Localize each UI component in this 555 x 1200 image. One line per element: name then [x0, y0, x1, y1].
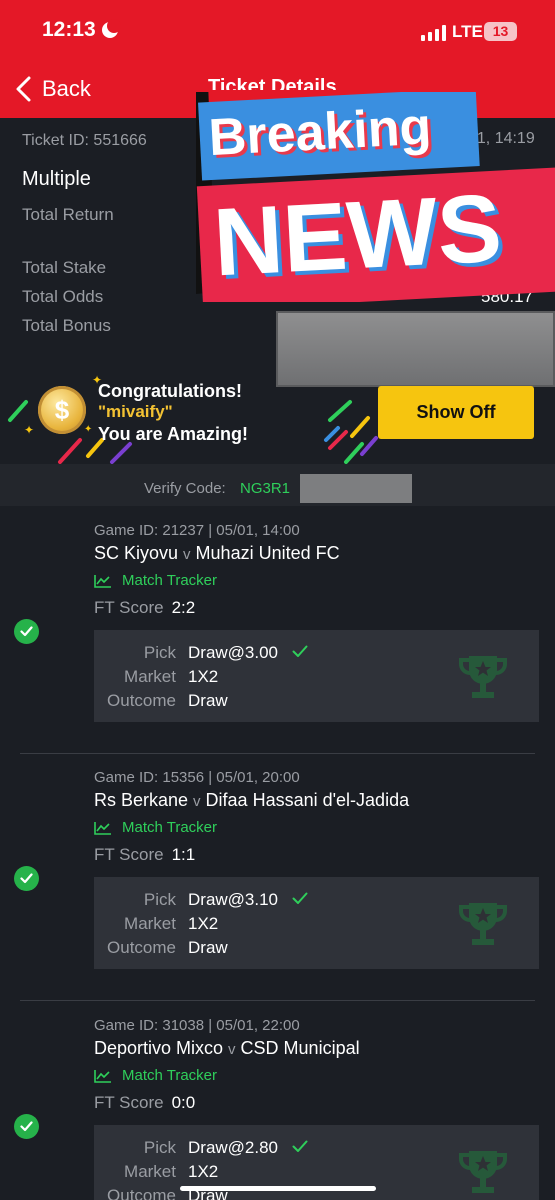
ft-score-label: FT Score: [94, 1093, 164, 1112]
market-value: 1X2: [188, 667, 219, 686]
won-check-icon: [14, 866, 39, 891]
congrats-title: Congratulations!: [98, 381, 242, 401]
won-check-icon: [14, 1114, 39, 1139]
back-button[interactable]: Back: [14, 74, 91, 104]
ft-score-label: FT Score: [94, 845, 164, 864]
ft-score-label: FT Score: [94, 598, 164, 617]
verify-code: NG3R1: [240, 480, 291, 497]
show-off-button[interactable]: Show Off: [378, 386, 534, 439]
home-team: Deportivo Mixco: [94, 1038, 224, 1058]
trophy-icon: [459, 903, 507, 945]
won-check-icon: [14, 619, 39, 644]
check-icon: [292, 892, 308, 904]
battery-icon: 13: [484, 22, 517, 41]
news-text: NEWS: [211, 175, 504, 297]
match-tracker-label: Match Tracker: [122, 819, 218, 836]
pick-value: Draw@3.10: [188, 890, 279, 909]
pick-label: Pick: [143, 1138, 176, 1157]
moon-icon: [102, 19, 121, 38]
outcome-label: Outcome: [107, 1186, 176, 1200]
game-card: Game ID: 21237 | 05/01, 14:00 SC Kiyovu v M…: [0, 506, 555, 754]
outcome-label: Outcome: [107, 938, 176, 957]
congrats-subtitle: You are Amazing!: [98, 424, 249, 444]
ft-score-value: 1:1: [171, 845, 196, 864]
outcome-value: Draw: [188, 938, 228, 957]
away-team: CSD Municipal: [240, 1038, 360, 1058]
breaking-news-sticker: Breaking Breaking NEWS NEWS: [196, 92, 555, 302]
trophy-icon: [459, 656, 507, 698]
ticket-id: Ticket ID: 551666: [22, 132, 147, 149]
status-time: 12:13: [42, 18, 96, 41]
away-team: Difaa Hassani d'el-Jadida: [205, 790, 410, 810]
svg-text:✦: ✦: [24, 423, 34, 437]
versus-label: v: [228, 1041, 236, 1058]
pick-value: Draw@3.00: [188, 643, 279, 662]
market-label: Market: [124, 1162, 176, 1181]
pick-label: Pick: [143, 890, 176, 909]
home-team: Rs Berkane: [94, 790, 189, 810]
game-id: Game ID: 21237 | 05/01, 14:00: [94, 522, 300, 539]
game-separator: [20, 1000, 535, 1001]
chart-icon: [94, 574, 111, 588]
verify-code-mask: [300, 474, 412, 503]
market-label: Market: [124, 914, 176, 933]
match-teams: Deportivo Mixco v CSD Municipal: [94, 1038, 360, 1059]
coin-icon: $: [38, 386, 86, 434]
match-tracker-link[interactable]: Match Tracker: [94, 1067, 217, 1084]
trophy-icon: [459, 1151, 507, 1193]
verify-label: Verify Code:: [144, 480, 226, 497]
home-team: SC Kiyovu: [94, 543, 179, 563]
outcome-value: Draw: [188, 691, 228, 710]
away-team: Muhazi United FC: [195, 543, 340, 563]
ft-score: FT Score 0:0: [94, 1093, 195, 1113]
network-label: LTE: [452, 22, 483, 41]
ft-score-value: 0:0: [171, 1093, 196, 1112]
pick-label: Pick: [143, 643, 176, 662]
match-tracker-label: Match Tracker: [122, 572, 218, 589]
svg-text:✦: ✦: [84, 424, 92, 435]
match-teams: Rs Berkane v Difaa Hassani d'el-Jadida: [94, 790, 409, 811]
total-stake-label: Total Stake: [22, 258, 107, 277]
game-card: Game ID: 15356 | 05/01, 20:00 Rs Berkane v…: [0, 753, 555, 1001]
total-bonus-label: Total Bonus: [22, 316, 111, 335]
market-value: 1X2: [188, 1162, 219, 1181]
game-card: Game ID: 31038 | 05/01, 22:00 Deportivo M…: [0, 1001, 555, 1200]
game-id: Game ID: 31038 | 05/01, 22:00: [94, 1017, 300, 1034]
chart-icon: [94, 1069, 111, 1083]
ft-score: FT Score 1:1: [94, 845, 195, 865]
match-tracker-link[interactable]: Match Tracker: [94, 819, 217, 836]
game-separator: [20, 753, 535, 754]
pick-details: Pick Draw@3.00 Market 1X2 Outcome Draw: [94, 630, 539, 722]
ft-score: FT Score 2:2: [94, 598, 195, 618]
match-teams: SC Kiyovu v Muhazi United FC: [94, 543, 340, 564]
ticket-type: Multiple: [22, 168, 91, 190]
check-icon: [292, 1140, 308, 1152]
match-tracker-link[interactable]: Match Tracker: [94, 572, 217, 589]
match-tracker-label: Match Tracker: [122, 1067, 218, 1084]
breaking-text-front: Breaking: [207, 98, 432, 168]
market-value: 1X2: [188, 914, 219, 933]
page-title: Ticket Details: [208, 76, 337, 90]
versus-label: v: [183, 546, 191, 563]
back-label: Back: [42, 76, 91, 101]
total-odds-label: Total Odds: [22, 287, 104, 306]
market-label: Market: [124, 667, 176, 686]
signal-icon: [421, 25, 447, 41]
chevron-left-icon: [16, 76, 31, 102]
game-id: Game ID: 15356 | 05/01, 20:00: [94, 769, 300, 786]
versus-label: v: [193, 793, 201, 810]
home-indicator[interactable]: [180, 1186, 376, 1191]
outcome-label: Outcome: [107, 691, 176, 710]
chart-icon: [94, 821, 111, 835]
total-return-label: Total Return: [22, 205, 114, 224]
pick-value: Draw@2.80: [188, 1138, 279, 1157]
check-icon: [292, 645, 308, 657]
congrats-username: "mivaify": [98, 402, 173, 421]
ft-score-value: 2:2: [171, 598, 196, 617]
pick-details: Pick Draw@3.10 Market 1X2 Outcome Draw: [94, 877, 539, 969]
